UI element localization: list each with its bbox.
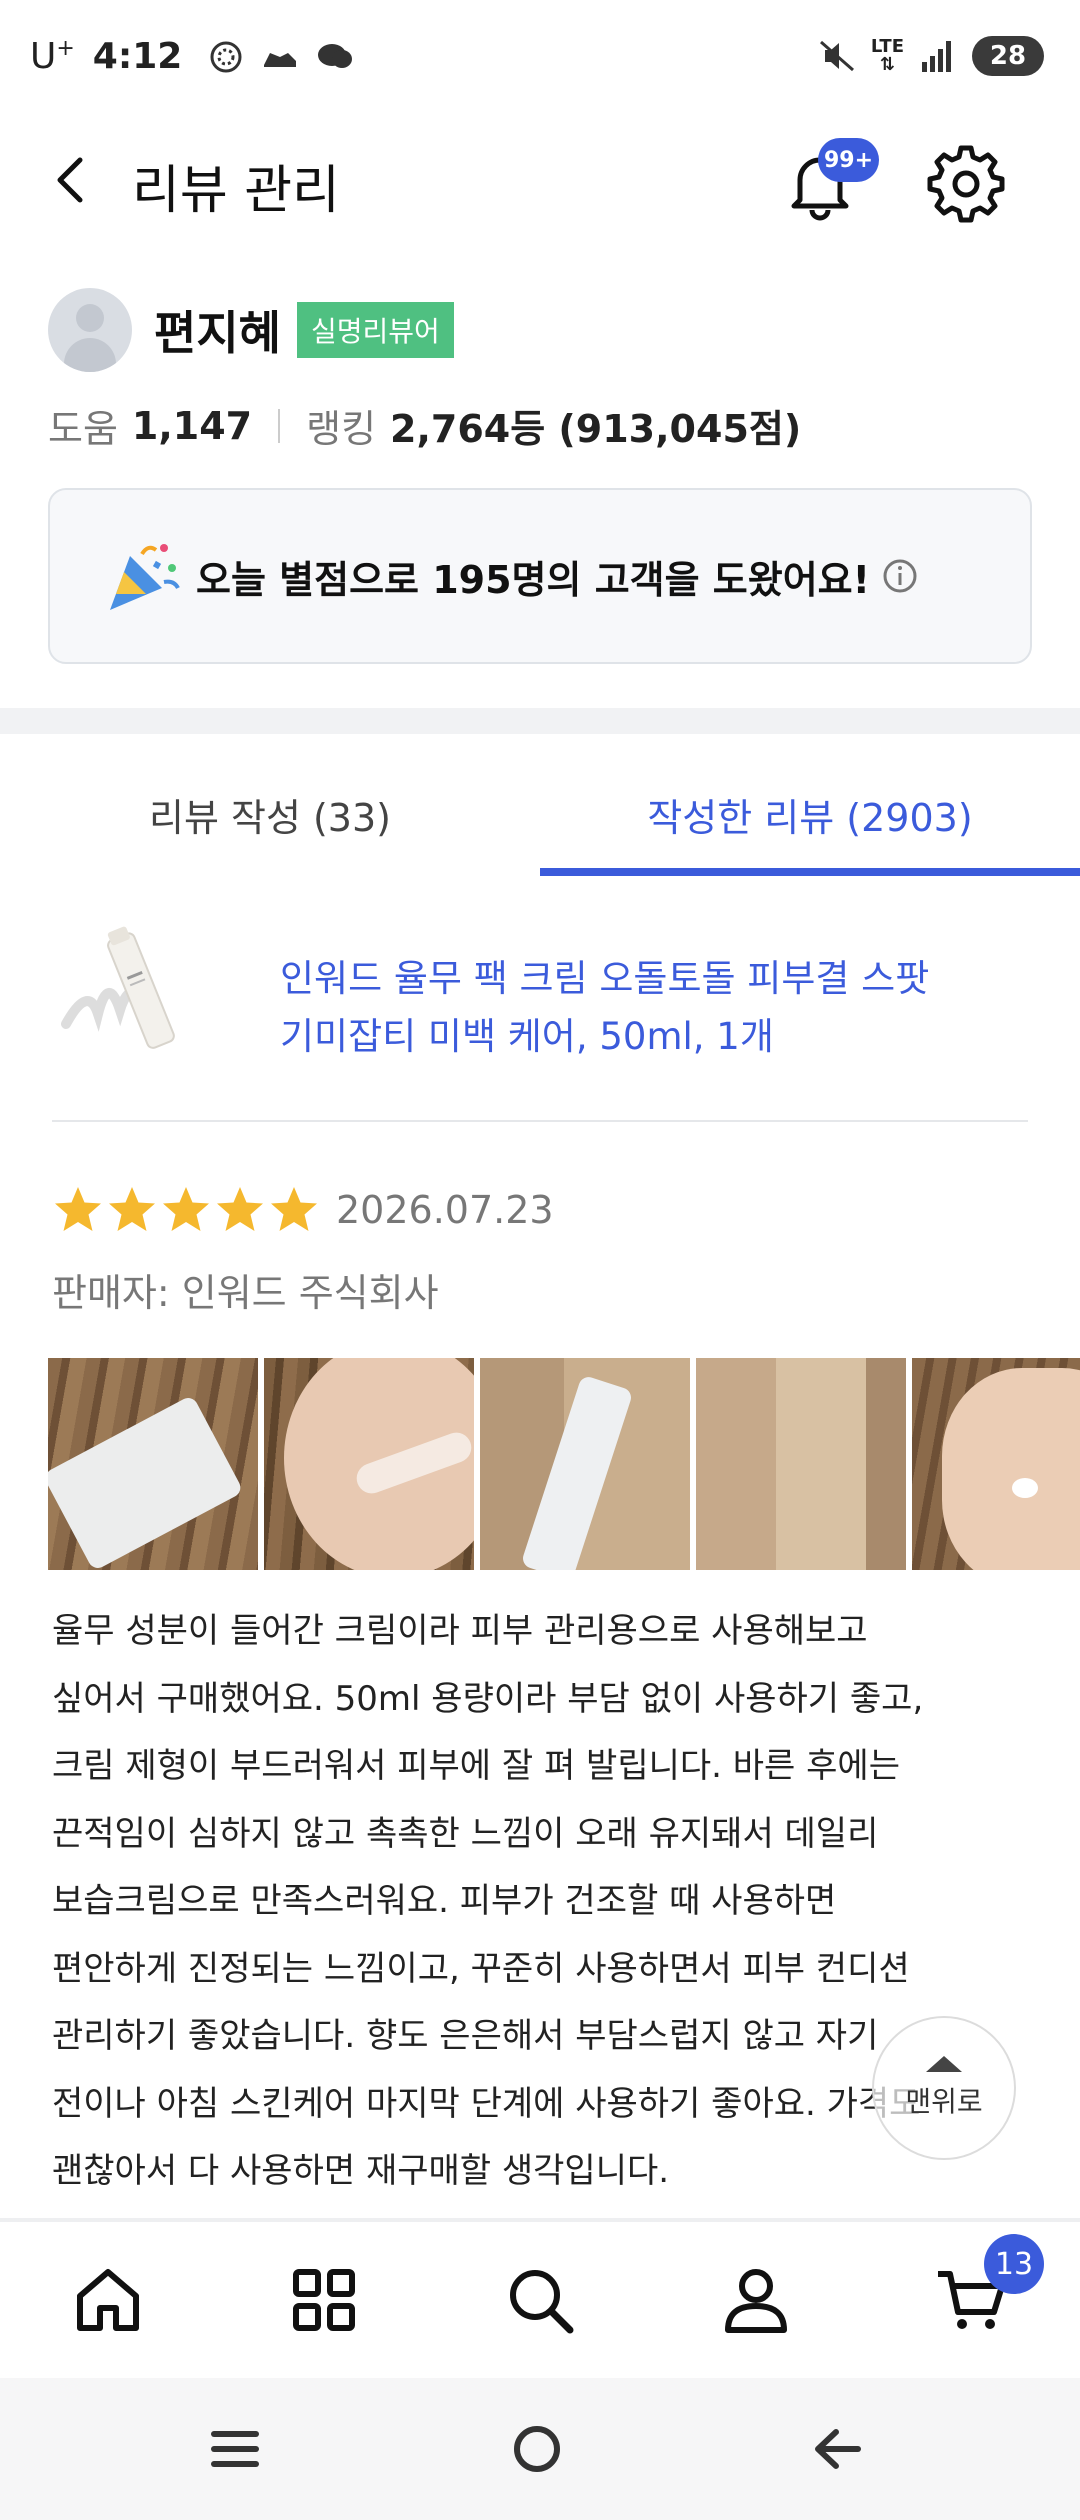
carrier-label: U+: [30, 36, 75, 77]
system-navigation-bar: [0, 2378, 1080, 2520]
review-date: 2026.07.23: [336, 1188, 554, 1232]
star-icon: [271, 1187, 317, 1231]
stats-divider: [278, 408, 281, 443]
gear-icon[interactable]: [926, 144, 1006, 224]
party-popper-icon: [110, 544, 180, 610]
info-icon[interactable]: [882, 558, 918, 594]
help-count: 1,147: [131, 403, 253, 448]
product-row[interactable]: 인워드 율무 팩 크림 오돌토돌 피부결 스팟 기미잡티 미백 케어, 50ml…: [48, 910, 1032, 1100]
signal-icon: [922, 41, 951, 72]
bottom-nav: [0, 2222, 1080, 2378]
review-text-line: 괜찮아서 다 사용하면 재구매할 생각입니다.: [52, 2151, 670, 2191]
review-text-line: 율무 성분이 들어간 크림이라 피부 관리용으로 사용해보고: [52, 1611, 868, 1651]
review-tabs: 리뷰 작성 (33) 작성한 리뷰 (2903): [0, 748, 1080, 880]
network-indicator: LTE ⇅: [870, 36, 904, 75]
review-text-line: 관리하기 좋았습니다. 향도 은은해서 부담스럽지 않고 자기: [52, 2016, 879, 2056]
help-summary-text: 오늘 별점으로 195명의 고객을 도왔어요!: [196, 557, 870, 602]
product-thumbnail[interactable]: [58, 924, 198, 1064]
review-text-line: 크림 제형이 부드러워서 피부에 잘 펴 발립니다. 바른 후에는: [52, 1746, 900, 1786]
system-home-icon[interactable]: [502, 2414, 572, 2484]
arrow-up-icon: [926, 2056, 962, 2072]
rating-row: 2026.07.23: [52, 1184, 554, 1236]
badge-app-icon: [210, 41, 242, 72]
shoe-app-icon: [264, 52, 297, 67]
rank-label: 랭킹: [306, 407, 377, 451]
recent-apps-icon[interactable]: [200, 2414, 270, 2484]
category-icon[interactable]: [284, 2260, 364, 2340]
page-title: 리뷰 관리: [132, 161, 340, 221]
review-text-line: 전이나 아침 스킨케어 마지막 단계에 사용하기 좋아요. 가격도: [52, 2083, 921, 2124]
star-icon: [163, 1187, 209, 1231]
battery-indicator: 28: [972, 36, 1044, 76]
product-title-line: 기미잡티 미백 케어, 50ml, 1개: [280, 1015, 774, 1058]
review-photo[interactable]: [696, 1358, 906, 1570]
section-divider: [0, 708, 1080, 734]
reviewer-stats: 도움 1,147 랭킹 2,764등 (913,045점): [48, 398, 801, 453]
review-text: 율무 성분이 들어간 크림이라 피부 관리용으로 사용해보고 싶어서 구매했어요…: [52, 1598, 1012, 2206]
verified-reviewer-badge: 실명리뷰어: [296, 302, 454, 358]
tab-write-review[interactable]: 리뷰 작성 (33): [0, 748, 540, 880]
star-icon: [55, 1187, 101, 1231]
star-icon: [109, 1187, 155, 1231]
scroll-to-top-label: 맨위로: [905, 2085, 983, 2118]
user-name: 편지혜: [154, 306, 281, 360]
app-header: 리뷰 관리 99+: [0, 120, 1080, 240]
review-photo[interactable]: [48, 1358, 258, 1570]
my-page-icon[interactable]: [716, 2260, 796, 2340]
back-arrow-icon[interactable]: [44, 150, 104, 210]
review-photos: [48, 1358, 1080, 1570]
scroll-to-top-button[interactable]: 맨위로: [872, 2016, 1016, 2160]
seller-name: 판매자: 인워드 주식회사: [52, 1271, 439, 1315]
avatar[interactable]: [48, 288, 132, 372]
home-icon[interactable]: [68, 2260, 148, 2340]
search-icon[interactable]: [500, 2260, 580, 2340]
star-rating: [52, 1184, 322, 1236]
help-summary-card: 오늘 별점으로 195명의 고객을 도왔어요!: [48, 488, 1032, 664]
product-title[interactable]: 인워드 율무 팩 크림 오돌토돌 피부결 스팟 기미잡티 미백 케어, 50ml…: [280, 950, 1020, 1066]
review-photo[interactable]: [264, 1358, 474, 1570]
chat-app-icon: [318, 43, 353, 68]
review-photo[interactable]: [480, 1358, 690, 1570]
review-text-line: 편안하게 진정되는 느낌이고, 꾸준히 사용하면서 피부 컨디션: [52, 1948, 910, 1989]
mute-icon: [819, 40, 854, 72]
star-icon: [217, 1187, 263, 1231]
tab-written-reviews[interactable]: 작성한 리뷰 (2903): [540, 748, 1080, 880]
system-back-icon[interactable]: [802, 2414, 872, 2484]
cart-count-badge: 13: [984, 2234, 1044, 2294]
review-text-line: 싶어서 구매했어요. 50ml 용량이라 부담 없이 사용하기 좋고,: [52, 1678, 924, 1719]
clock: 4:12: [92, 36, 183, 77]
rank-value: 2,764등 (913,045점): [390, 407, 802, 451]
profile-row: 편지혜 실명리뷰어: [48, 288, 1048, 372]
notification-badge: 99+: [818, 138, 880, 182]
product-title-line: 인워드 율무 팩 크림 오돌토돌 피부결 스팟: [280, 957, 930, 1000]
active-tab-indicator: [540, 868, 1080, 876]
product-divider: [52, 1120, 1028, 1122]
help-label: 도움: [48, 407, 118, 451]
review-text-line: 끈적임이 심하지 않고 촉촉한 느낌이 오래 유지돼서 데일리: [52, 1813, 879, 1854]
status-bar: U+ 4:12 LTE ⇅ 28: [0, 0, 1080, 120]
review-text-line: 보습크림으로 만족스러워요. 피부가 건조할 때 사용하면: [52, 1881, 837, 1921]
review-photo[interactable]: [912, 1358, 1080, 1570]
